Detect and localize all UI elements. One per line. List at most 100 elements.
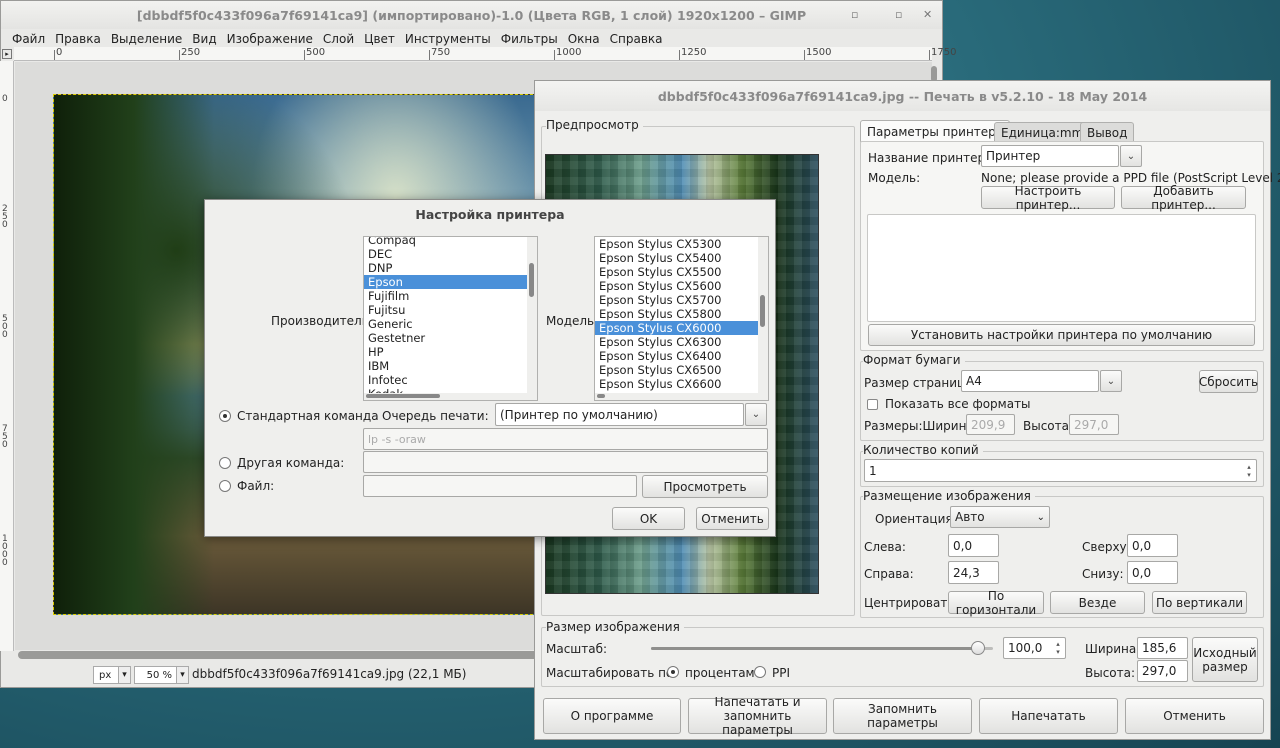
menu-item[interactable]: Окна (563, 32, 605, 46)
model-item[interactable]: Epson Stylus CX6000 (595, 321, 758, 335)
paper-width-field: 209,9 (966, 414, 1015, 435)
show-all-formats-checkbox[interactable] (867, 399, 878, 410)
manufacturer-list-hscrollbar[interactable] (364, 393, 529, 400)
model-item[interactable]: Epson Stylus CX6400 (595, 349, 758, 363)
browse-button[interactable]: Просмотреть (642, 475, 768, 498)
setup-printer-button[interactable]: Настроить принтер... (981, 184, 1115, 212)
scale-by-percent-radio[interactable] (667, 666, 679, 678)
quickmask-toggle-icon[interactable]: ▸ (2, 49, 12, 59)
menu-item[interactable]: Изображение (222, 32, 318, 46)
menu-item[interactable]: Цвет (359, 32, 400, 46)
spin-arrows-icon[interactable]: ▴ ▾ (1051, 638, 1065, 658)
model-item[interactable]: Epson Stylus CX5500 (595, 265, 758, 279)
center-horizontal-button[interactable]: По горизонтали (948, 589, 1044, 617)
model-item[interactable]: Epson Stylus CX5600 (595, 279, 758, 293)
chevron-down-icon[interactable]: ⌄ (745, 403, 767, 426)
ok-button[interactable]: OK (612, 507, 685, 530)
center-all-button[interactable]: Везде (1050, 591, 1145, 614)
tab-printer-settings[interactable]: Параметры принтера (860, 120, 1011, 142)
manufacturer-list-scrollbar[interactable] (527, 237, 537, 400)
chevron-down-icon[interactable]: ⌄ (1100, 370, 1122, 392)
manufacturer-item[interactable]: Fujifilm (364, 289, 527, 303)
menu-item[interactable]: Правка (50, 32, 106, 46)
image-width-field[interactable]: 185,6 (1137, 637, 1188, 659)
model-list-hscrollbar[interactable] (595, 393, 760, 400)
manufacturer-item[interactable]: DEC (364, 247, 527, 261)
close-icon[interactable]: ✕ (923, 8, 932, 21)
right-margin-field[interactable]: 24,3 (948, 561, 999, 584)
print-button[interactable]: Напечатать (979, 698, 1118, 734)
manufacturer-item[interactable]: Epson (364, 275, 527, 289)
model-item[interactable]: Epson Stylus CX6600 (595, 377, 758, 391)
menu-item[interactable]: Файл (7, 32, 50, 46)
model-list[interactable]: Epson Stylus CX5300 Epson Stylus CX5400 Ep… (594, 236, 769, 401)
manufacturer-list[interactable]: Compaq DEC DNP Epson Fujifilm Fujitsu Generic G… (363, 236, 538, 401)
scroll-thumb[interactable] (760, 295, 765, 327)
scale-field[interactable]: 100,0 ▴ ▾ (1003, 637, 1066, 659)
cancel-button[interactable]: Отменить (1125, 698, 1264, 734)
model-item[interactable]: Epson Stylus CX5800 (595, 307, 758, 321)
menu-item[interactable]: Слой (318, 32, 359, 46)
ruler-label: 750 (431, 47, 451, 58)
menu-item[interactable]: Справка (605, 32, 668, 46)
manufacturer-item[interactable]: Generic (364, 317, 527, 331)
model-item[interactable]: Epson Stylus CX6500 (595, 363, 758, 377)
menu-item[interactable]: Инструменты (400, 32, 496, 46)
manufacturer-item[interactable]: Gestetner (364, 331, 527, 345)
gimp-titlebar[interactable]: [dbbdf5f0c433f096a7f69141ca9] (импортиро… (1, 1, 942, 29)
left-margin-field[interactable]: 0,0 (948, 534, 999, 557)
manufacturer-item[interactable]: DNP (364, 261, 527, 275)
canvas-hscrollbar[interactable] (18, 651, 538, 659)
queue-select[interactable]: (Принтер по умолчанию) (495, 403, 744, 426)
tab-output[interactable]: Вывод (1080, 122, 1135, 142)
about-button[interactable]: О программе (543, 698, 681, 734)
manufacturer-item[interactable]: Compaq (364, 237, 527, 247)
set-default-button[interactable]: Установить настройки принтера по умолчан… (868, 324, 1255, 346)
menu-item[interactable]: Выделение (106, 32, 187, 46)
scale-by-ppi-radio[interactable] (754, 666, 766, 678)
minimize-icon[interactable]: ▫ (851, 8, 858, 21)
model-item[interactable]: Epson Stylus CX5300 (595, 237, 758, 251)
manufacturer-item[interactable]: IBM (364, 359, 527, 373)
tab-units[interactable]: Единица:mm (994, 122, 1091, 142)
model-list-scrollbar[interactable] (758, 237, 768, 400)
other-command-radio[interactable] (219, 457, 231, 469)
model-item[interactable]: Epson Stylus CX5700 (595, 293, 758, 307)
menu-item[interactable]: Фильтры (496, 32, 563, 46)
save-settings-button[interactable]: Запомнить параметры (833, 698, 972, 734)
setup-cancel-button[interactable]: Отменить (696, 507, 769, 530)
scale-slider-knob[interactable] (970, 641, 985, 655)
copies-field[interactable]: 1 ▴ ▾ (864, 459, 1257, 482)
chevron-down-icon[interactable]: ⌄ (1120, 145, 1142, 167)
spin-arrows-icon[interactable]: ▴ ▾ (1242, 460, 1256, 481)
manufacturer-item[interactable]: HP (364, 345, 527, 359)
image-height-field[interactable]: 297,0 (1137, 660, 1188, 682)
print-titlebar[interactable]: dbbdf5f0c433f096a7f69141ca9.jpg -- Печат… (535, 81, 1270, 111)
print-and-save-button[interactable]: Напечатать и запомнить параметры (688, 695, 827, 737)
zoom-select[interactable]: 50 % ▾ (134, 666, 189, 684)
scale-slider[interactable] (651, 647, 993, 650)
top-margin-field[interactable]: 0,0 (1127, 534, 1178, 557)
reset-button[interactable]: Сбросить (1199, 370, 1258, 393)
file-radio[interactable] (219, 480, 231, 492)
original-size-button[interactable]: Исходный размер (1192, 637, 1258, 682)
scroll-thumb[interactable] (597, 394, 605, 398)
status-file-info: dbbdf5f0c433f096a7f69141ca9.jpg (22,1 МБ… (192, 667, 467, 681)
manufacturer-item[interactable]: Fujitsu (364, 303, 527, 317)
model-item[interactable]: Epson Stylus CX5400 (595, 251, 758, 265)
scroll-thumb[interactable] (529, 263, 534, 297)
page-size-combo[interactable]: A4 (961, 370, 1099, 392)
file-field (363, 475, 637, 497)
maximize-icon[interactable]: ▫ (895, 8, 902, 21)
manufacturer-item[interactable]: Infotec (364, 373, 527, 387)
unit-select[interactable]: px ▾ (93, 666, 131, 684)
scroll-thumb[interactable] (366, 394, 440, 398)
printer-name-combo[interactable]: Принтер (981, 145, 1119, 167)
standard-command-radio[interactable] (219, 410, 231, 422)
center-vertical-button[interactable]: По вертикали (1152, 591, 1247, 614)
orientation-select[interactable]: Авто ⌄ (950, 506, 1050, 528)
model-item[interactable]: Epson Stylus CX6300 (595, 335, 758, 349)
bottom-margin-field[interactable]: 0,0 (1127, 561, 1178, 584)
add-printer-button[interactable]: Добавить принтер... (1121, 184, 1246, 212)
menu-item[interactable]: Вид (187, 32, 221, 46)
